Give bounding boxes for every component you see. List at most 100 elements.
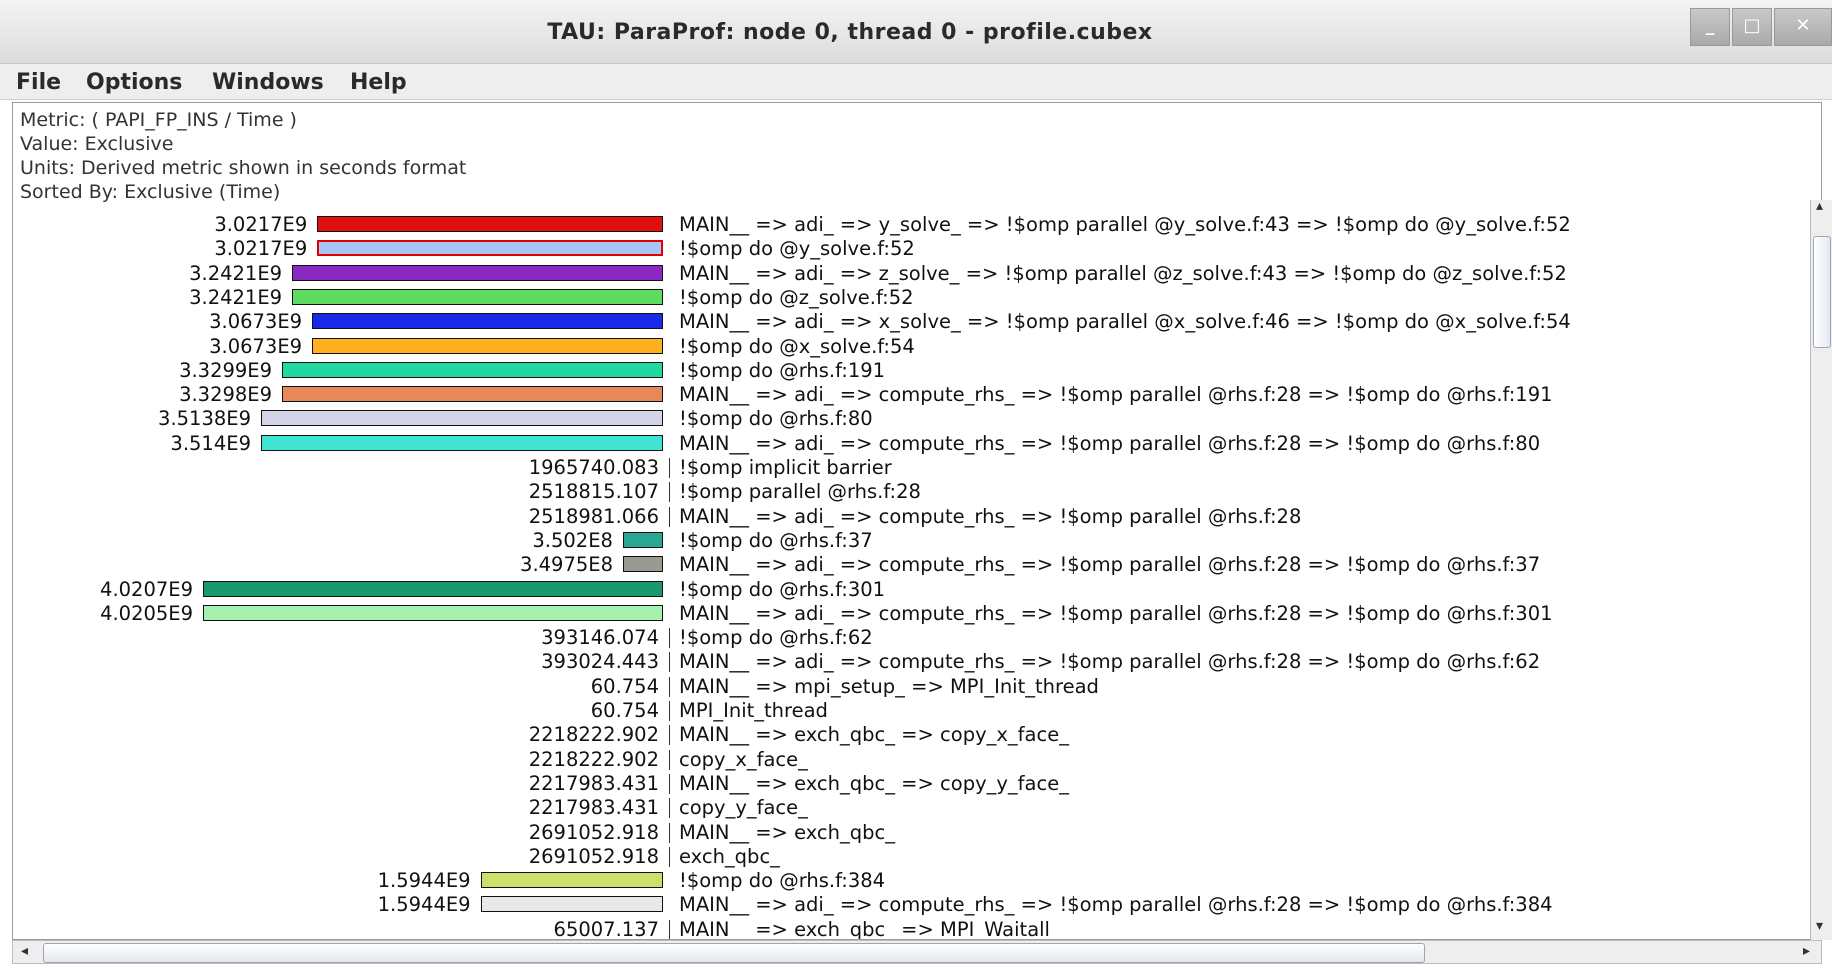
function-row[interactable]: 393146.074 !$omp do @rhs.f:62	[13, 626, 1813, 650]
function-name[interactable]: MAIN__ => exch_qbc_ => copy_y_face_	[679, 772, 1069, 796]
function-name[interactable]: !$omp do @z_solve.f:52	[679, 286, 914, 310]
scroll-left-icon[interactable]: ◂	[21, 943, 28, 959]
scroll-down-icon[interactable]: ▾	[1816, 918, 1823, 934]
function-name[interactable]: !$omp do @x_solve.f:54	[679, 335, 915, 359]
function-bar[interactable]	[312, 337, 663, 354]
function-row[interactable]: 3.3298E9 MAIN__ => adi_ => compute_rhs_ =…	[13, 383, 1813, 407]
function-row[interactable]: 3.2421E9 MAIN__ => adi_ => z_solve_ => !$…	[13, 262, 1813, 286]
function-name[interactable]: MAIN__ => adi_ => compute_rhs_ => !$omp …	[679, 893, 1553, 917]
function-name[interactable]: !$omp do @y_solve.f:52	[679, 237, 915, 261]
function-row[interactable]: 60.754 MAIN__ => mpi_setup_ => MPI_Init_t…	[13, 675, 1813, 699]
function-row[interactable]: 2217983.431 copy_y_face_	[13, 796, 1813, 820]
function-name[interactable]: !$omp do @rhs.f:384	[679, 869, 885, 893]
scroll-right-icon[interactable]: ▸	[1803, 943, 1810, 959]
function-bar[interactable]	[622, 556, 663, 573]
horizontal-scrollbar[interactable]: ◂ ▸	[12, 940, 1822, 964]
function-row[interactable]: 3.0217E9 !$omp do @y_solve.f:52	[13, 237, 1813, 261]
function-bar[interactable]	[312, 313, 663, 330]
maximize-button[interactable]: □	[1732, 8, 1772, 46]
function-bar[interactable]	[260, 410, 663, 427]
function-row[interactable]: 65007.137 MAIN__ => exch_qbc_ => MPI_Wait…	[13, 917, 1813, 940]
function-name[interactable]: MAIN__ => adi_ => compute_rhs_ => !$omp …	[679, 553, 1540, 577]
function-bar[interactable]	[282, 386, 663, 403]
function-row[interactable]: 2691052.918 MAIN__ => exch_qbc_	[13, 821, 1813, 845]
function-name[interactable]: MAIN__ => mpi_setup_ => MPI_Init_thread	[679, 675, 1099, 699]
close-button[interactable]: ✕	[1774, 8, 1832, 46]
menu-options[interactable]: Options	[82, 68, 186, 97]
function-row[interactable]: 393024.443 MAIN__ => adi_ => compute_rhs_…	[13, 650, 1813, 674]
function-bar[interactable]	[480, 896, 663, 913]
function-name[interactable]: MAIN__ => adi_ => compute_rhs_ => !$omp …	[679, 602, 1553, 626]
function-name[interactable]: !$omp do @rhs.f:62	[679, 626, 873, 650]
function-name[interactable]: MAIN__ => adi_ => compute_rhs_ => !$omp …	[679, 432, 1540, 456]
function-row[interactable]: 3.0673E9 MAIN__ => adi_ => x_solve_ => !$…	[13, 310, 1813, 334]
function-bar[interactable]	[260, 434, 663, 451]
function-row[interactable]: 2691052.918 exch_qbc_	[13, 845, 1813, 869]
function-name[interactable]: !$omp do @rhs.f:191	[679, 359, 885, 383]
function-row[interactable]: 4.0207E9 !$omp do @rhs.f:301	[13, 578, 1813, 602]
function-row[interactable]: 1.5944E9 !$omp do @rhs.f:384	[13, 869, 1813, 893]
function-bar[interactable]	[317, 216, 663, 232]
function-bar[interactable]	[622, 531, 663, 548]
horizontal-scroll-thumb[interactable]	[43, 943, 1425, 963]
function-name[interactable]: copy_x_face_	[679, 748, 808, 772]
separator-line	[669, 676, 670, 697]
function-bar[interactable]	[282, 361, 663, 378]
function-row[interactable]: 3.0217E9 MAIN__ => adi_ => y_solve_ => !$…	[13, 213, 1813, 237]
function-name[interactable]: exch_qbc_	[679, 845, 780, 869]
function-bar[interactable]	[292, 288, 663, 305]
function-value: 2518981.066	[528, 504, 659, 528]
function-name[interactable]: MAIN__ => exch_qbc_ => copy_x_face_	[679, 723, 1069, 747]
function-bar[interactable]	[292, 264, 663, 281]
function-row[interactable]: 60.754 MPI_Init_thread	[13, 699, 1813, 723]
function-name[interactable]: MAIN__ => adi_ => x_solve_ => !$omp para…	[679, 310, 1571, 334]
function-value: 1.5944E9	[377, 869, 471, 893]
function-row[interactable]: 2217983.431 MAIN__ => exch_qbc_ => copy_y…	[13, 772, 1813, 796]
function-row[interactable]: 3.514E9 MAIN__ => adi_ => compute_rhs_ =>…	[13, 432, 1813, 456]
scroll-up-icon[interactable]: ▴	[1816, 198, 1823, 214]
function-value: 60.754	[590, 699, 659, 722]
function-row[interactable]: 3.502E8 !$omp do @rhs.f:37	[13, 529, 1813, 553]
function-row[interactable]: 3.0673E9 !$omp do @x_solve.f:54	[13, 335, 1813, 359]
function-row[interactable]: 3.4975E8 MAIN__ => adi_ => compute_rhs_ =…	[13, 553, 1813, 577]
vertical-scrollbar[interactable]: ▴ ▾	[1810, 198, 1832, 940]
function-row[interactable]: 2518981.066 MAIN__ => adi_ => compute_rhs…	[13, 505, 1813, 529]
separator-line	[669, 628, 670, 649]
function-name[interactable]: MAIN__ => exch_qbc_ => MPI_Waitall	[679, 918, 1050, 939]
function-value: 3.3299E9	[179, 358, 273, 382]
function-row[interactable]: 2218222.902 MAIN__ => exch_qbc_ => copy_x…	[13, 723, 1813, 747]
function-row[interactable]: 2518815.107 !$omp parallel @rhs.f:28	[13, 480, 1813, 504]
function-bar[interactable]	[203, 604, 663, 621]
function-name[interactable]: !$omp do @rhs.f:301	[679, 578, 885, 602]
menu-help[interactable]: Help	[346, 68, 411, 97]
function-name[interactable]: copy_y_face_	[679, 796, 808, 820]
menu-windows[interactable]: Windows	[208, 68, 328, 97]
function-row[interactable]: 1965740.083 !$omp implicit barrier	[13, 456, 1813, 480]
function-name[interactable]: MAIN__ => adi_ => compute_rhs_ => !$omp …	[679, 383, 1553, 407]
function-name[interactable]: MAIN__ => adi_ => compute_rhs_ => !$omp …	[679, 650, 1540, 674]
function-row[interactable]: 3.3299E9 !$omp do @rhs.f:191	[13, 359, 1813, 383]
function-row[interactable]: 2218222.902 copy_x_face_	[13, 748, 1813, 772]
function-row[interactable]: 3.2421E9 !$omp do @z_solve.f:52	[13, 286, 1813, 310]
function-name[interactable]: !$omp parallel @rhs.f:28	[679, 480, 921, 504]
function-row[interactable]: 1.5944E9 MAIN__ => adi_ => compute_rhs_ =…	[13, 893, 1813, 917]
function-row[interactable]: 4.0205E9 MAIN__ => adi_ => compute_rhs_ =…	[13, 602, 1813, 626]
function-name[interactable]: MAIN__ => exch_qbc_	[679, 821, 895, 845]
function-name[interactable]: MAIN__ => adi_ => y_solve_ => !$omp para…	[679, 213, 1571, 237]
function-row[interactable]: 3.5138E9 !$omp do @rhs.f:80	[13, 407, 1813, 431]
function-value: 65007.137	[553, 917, 659, 940]
function-name[interactable]: !$omp implicit barrier	[679, 456, 892, 480]
function-bar[interactable]	[203, 580, 663, 597]
function-value: 3.0217E9	[214, 213, 308, 236]
function-name[interactable]: !$omp do @rhs.f:80	[679, 407, 873, 431]
function-name[interactable]: !$omp do @rhs.f:37	[679, 529, 873, 553]
function-name[interactable]: MPI_Init_thread	[679, 699, 828, 723]
minimize-button[interactable]: _	[1690, 8, 1730, 46]
menu-file[interactable]: File	[12, 68, 65, 97]
vertical-scroll-thumb[interactable]	[1813, 236, 1831, 348]
function-value: 3.514E9	[170, 431, 251, 455]
function-name[interactable]: MAIN__ => adi_ => compute_rhs_ => !$omp …	[679, 505, 1301, 529]
function-bar[interactable]	[317, 240, 663, 257]
function-bar[interactable]	[480, 872, 663, 889]
function-name[interactable]: MAIN__ => adi_ => z_solve_ => !$omp para…	[679, 262, 1567, 286]
